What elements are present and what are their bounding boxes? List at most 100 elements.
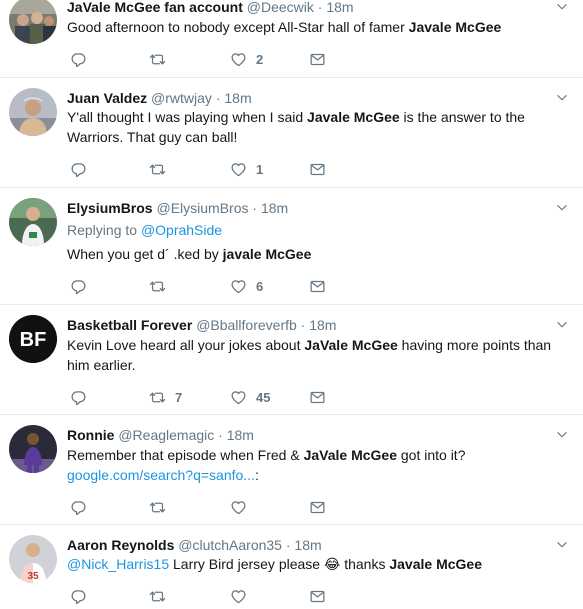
reply-button[interactable] — [70, 159, 87, 179]
author-handle[interactable]: @clutchAaron35 — [178, 537, 282, 553]
chevron-down-icon[interactable] — [555, 538, 569, 552]
retweet-icon — [149, 278, 166, 295]
envelope-icon — [309, 588, 326, 605]
direct-message-button[interactable] — [309, 159, 326, 179]
highlighted-term: JaVale McGee — [304, 337, 398, 353]
chevron-down-icon[interactable] — [555, 318, 569, 332]
separator-dot: · — [218, 427, 223, 443]
avatar[interactable] — [9, 198, 57, 246]
author-name[interactable]: Basketball Forever — [67, 317, 192, 333]
tweet-actions — [67, 586, 367, 606]
retweet-button[interactable] — [149, 276, 166, 296]
tweet[interactable]: Juan Valdez @rwtwjay · 18m Y'all thought… — [0, 78, 583, 188]
tweet[interactable]: BF Basketball Forever @Bballforeverfb · … — [0, 305, 583, 415]
reply-button[interactable] — [70, 387, 87, 407]
reply-button[interactable] — [70, 497, 87, 517]
highlighted-term: JaVale McGee — [303, 447, 397, 463]
tweet[interactable]: ElysiumBros @ElysiumBros · 18m Replying … — [0, 188, 583, 305]
heart-icon — [230, 161, 247, 178]
timestamp[interactable]: 18m — [224, 90, 251, 106]
timestamp[interactable]: 18m — [294, 537, 321, 553]
like-count: 2 — [256, 51, 264, 67]
like-button[interactable]: 6 — [230, 276, 263, 296]
replying-to-line: Replying to @OprahSide — [67, 220, 567, 240]
tweet-header: Basketball Forever @Bballforeverfb · 18m — [67, 316, 336, 334]
tweet-text-part: Y'all thought I was playing when I said — [67, 109, 308, 125]
avatar[interactable]: BF — [9, 315, 57, 363]
separator-dot: · — [285, 537, 291, 553]
author-name[interactable]: Aaron Reynolds — [67, 537, 174, 553]
like-button[interactable] — [230, 586, 247, 606]
tweet-header: Juan Valdez @rwtwjay · 18m — [67, 89, 252, 107]
timestamp[interactable]: 18m — [326, 0, 353, 15]
retweet-icon — [149, 389, 166, 406]
timestamp[interactable]: 18m — [227, 427, 254, 443]
envelope-icon — [309, 161, 326, 178]
tweet-actions — [67, 497, 367, 517]
tweet-link[interactable]: google.com/search?q=sanfo... — [67, 467, 255, 483]
retweet-button[interactable] — [149, 159, 166, 179]
tweet-actions: 7 45 — [67, 387, 367, 407]
author-handle[interactable]: @ElysiumBros — [156, 200, 248, 216]
tweet[interactable]: Ronnie @Reaglemagic · 18m Remember that … — [0, 415, 583, 525]
mention-link[interactable]: @Nick_Harris15 — [67, 556, 169, 572]
reply-icon — [70, 389, 87, 406]
reply-button[interactable] — [70, 276, 87, 296]
retweet-icon — [149, 51, 166, 68]
retweet-button[interactable] — [149, 49, 166, 69]
author-name[interactable]: Ronnie — [67, 427, 114, 443]
direct-message-button[interactable] — [309, 586, 326, 606]
direct-message-button[interactable] — [309, 276, 326, 296]
avatar[interactable]: 35 — [9, 535, 57, 583]
tweet-text: Good afternoon to nobody except All-Star… — [67, 17, 567, 37]
like-button[interactable] — [230, 497, 247, 517]
avatar-logo-text: BF — [20, 329, 47, 351]
avatar[interactable] — [9, 425, 57, 473]
direct-message-button[interactable] — [309, 49, 326, 69]
timestamp[interactable]: 18m — [309, 317, 336, 333]
author-name[interactable]: JaVale McGee fan account — [67, 0, 243, 15]
author-name[interactable]: ElysiumBros — [67, 200, 153, 216]
replying-to-link[interactable]: @OprahSide — [141, 222, 222, 238]
replying-label: Replying to — [67, 222, 141, 238]
heart-icon — [230, 389, 247, 406]
heart-icon — [230, 499, 247, 516]
retweet-button[interactable]: 7 — [149, 387, 182, 407]
tweet-text-part: Larry Bird jersey please — [169, 556, 324, 572]
direct-message-button[interactable] — [309, 497, 326, 517]
separator-dot: · — [300, 317, 306, 333]
reply-icon — [70, 278, 87, 295]
tweet[interactable]: JaVale McGee fan account @Deecwik · 18m … — [0, 0, 583, 78]
highlighted-term: Javale McGee — [307, 109, 400, 125]
like-count: 6 — [256, 278, 264, 294]
chevron-down-icon[interactable] — [555, 201, 569, 215]
avatar[interactable] — [9, 0, 57, 44]
retweet-button[interactable] — [149, 586, 166, 606]
author-handle[interactable]: @Reaglemagic — [118, 427, 214, 443]
author-name[interactable]: Juan Valdez — [67, 90, 147, 106]
like-button[interactable]: 1 — [230, 159, 263, 179]
reply-icon — [70, 51, 87, 68]
chevron-down-icon[interactable] — [555, 91, 569, 105]
chevron-down-icon[interactable] — [555, 0, 569, 14]
timestamp[interactable]: 18m — [261, 200, 288, 216]
tweet-header: ElysiumBros @ElysiumBros · 18m — [67, 199, 288, 217]
author-handle[interactable]: @rwtwjay — [151, 90, 212, 106]
envelope-icon — [309, 499, 326, 516]
like-button[interactable]: 45 — [230, 387, 270, 407]
retweet-button[interactable] — [149, 497, 166, 517]
reply-button[interactable] — [70, 49, 87, 69]
avatar[interactable] — [9, 88, 57, 136]
tweet-text-part: Remember that episode when Fred & — [67, 447, 304, 463]
tweet-text: When you get d´ .ked by javale McGee — [67, 244, 567, 264]
highlighted-term: javale McGee — [222, 246, 312, 262]
tweet[interactable]: 35 Aaron Reynolds @clutchAaron35 · 18m @… — [0, 525, 583, 609]
reply-icon — [70, 588, 87, 605]
author-handle[interactable]: @Deecwik — [247, 0, 314, 15]
chevron-down-icon[interactable] — [555, 428, 569, 442]
author-handle[interactable]: @Bballforeverfb — [196, 317, 297, 333]
direct-message-button[interactable] — [309, 387, 326, 407]
reply-button[interactable] — [70, 586, 87, 606]
like-button[interactable]: 2 — [230, 49, 263, 69]
tweet-text-part: Good afternoon to nobody except All-Star… — [67, 19, 409, 35]
